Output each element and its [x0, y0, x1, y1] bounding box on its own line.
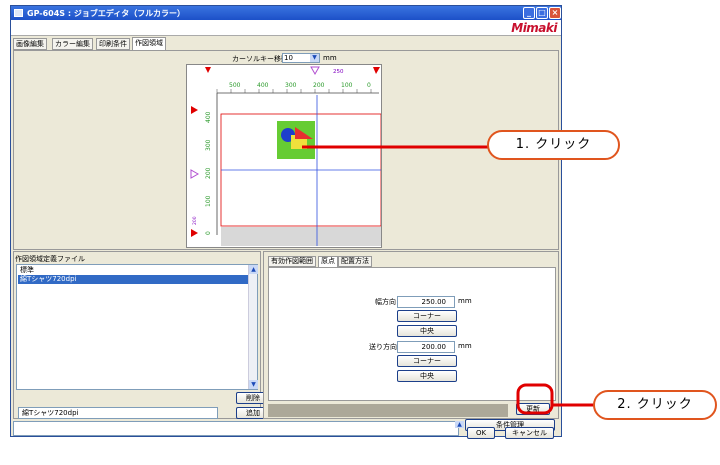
callout-step-2: 2. クリック — [593, 390, 717, 420]
update-highlight-ring — [516, 383, 554, 415]
callout-step-1: 1. クリック — [487, 130, 620, 160]
